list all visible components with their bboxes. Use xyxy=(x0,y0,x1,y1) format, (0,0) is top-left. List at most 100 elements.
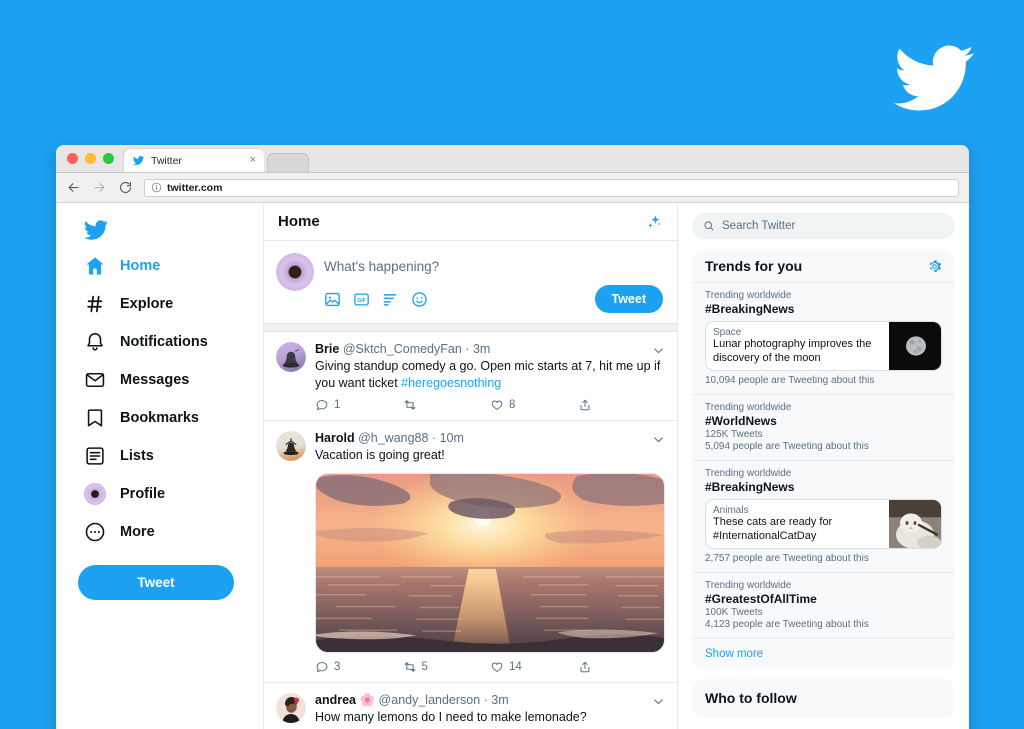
chevron-down-icon[interactable] xyxy=(652,695,665,708)
sidebar-item-label: Lists xyxy=(120,448,154,464)
back-arrow-icon[interactable] xyxy=(66,180,81,195)
retweet-icon xyxy=(404,400,415,410)
tweet-timestamp: 3m xyxy=(472,342,491,356)
tweet-item[interactable]: andrea 🌸 @andy_landerson · 3m How many l… xyxy=(264,683,677,729)
sidebar-item-notifications[interactable]: Notifications xyxy=(78,323,263,361)
sidebar-item-label: Home xyxy=(120,258,161,274)
trend-item[interactable]: Trending worldwide #GreatestOfAllTime 10… xyxy=(692,572,955,638)
tweet-author-handle: @andy_landerson xyxy=(378,692,481,707)
avatar[interactable] xyxy=(276,342,306,372)
sidebar-item-lists[interactable]: Lists xyxy=(78,437,263,475)
tweet-text: Vacation is going great! xyxy=(315,448,445,462)
tweet-item[interactable]: Brie @Sktch_ComedyFan · 3m Giving standu… xyxy=(264,332,677,421)
sidebar-item-profile[interactable]: Profile xyxy=(78,475,263,513)
trend-article-source: Space xyxy=(713,327,742,338)
svg-text:GIF: GIF xyxy=(357,297,366,303)
reply-count: 1 xyxy=(334,399,341,411)
show-more-link[interactable]: Show more xyxy=(692,638,955,669)
minimize-window-button[interactable] xyxy=(85,153,96,164)
tweet-timestamp: 10m xyxy=(439,431,464,445)
trend-article-card[interactable]: Animals These cats are ready for #Intern… xyxy=(705,499,942,549)
close-tab-button[interactable]: × xyxy=(250,155,256,166)
trend-tweet-count: 100K Tweets xyxy=(705,607,763,618)
sidebar-item-explore[interactable]: Explore xyxy=(78,285,263,323)
retweet-action[interactable]: 5 xyxy=(403,660,491,674)
sidebar-logo[interactable] xyxy=(78,213,263,247)
profile-avatar-icon xyxy=(84,483,106,505)
list-icon xyxy=(86,447,104,465)
sidebar-item-label: Bookmarks xyxy=(120,410,199,426)
sidebar-item-messages[interactable]: Messages xyxy=(78,361,263,399)
chevron-down-icon[interactable] xyxy=(652,344,665,357)
reply-action[interactable]: 1 xyxy=(315,398,403,412)
bell-icon xyxy=(87,332,103,351)
compose-tweet-button[interactable]: Tweet xyxy=(594,285,663,313)
trends-card: Trends for you Trending worldwide #Break… xyxy=(692,249,955,669)
sparkle-icon[interactable] xyxy=(645,213,663,231)
twitter-bird-icon xyxy=(84,220,108,240)
sidebar-item-label: Explore xyxy=(120,296,174,312)
home-icon xyxy=(86,257,104,275)
sidebar-item-more[interactable]: More xyxy=(78,513,263,551)
emoji-icon[interactable] xyxy=(411,291,428,308)
hashtag-icon xyxy=(87,295,103,313)
reload-icon[interactable] xyxy=(118,180,133,195)
trend-people-count: 2,757 people are Tweeting about this xyxy=(705,553,869,564)
envelope-icon xyxy=(85,372,105,388)
share-icon xyxy=(580,661,589,672)
trend-hashtag: #GreatestOfAllTime xyxy=(705,592,817,606)
browser-titlebar: Twitter × xyxy=(56,145,969,173)
avatar[interactable] xyxy=(276,692,306,723)
retweet-count: 5 xyxy=(421,660,428,673)
retweet-icon xyxy=(404,661,415,672)
share-action[interactable] xyxy=(578,660,666,674)
trend-tweet-count: 125K Tweets xyxy=(705,429,763,440)
avatar[interactable] xyxy=(276,253,314,291)
trends-header: Trends for you xyxy=(692,249,955,282)
window-controls[interactable] xyxy=(56,153,124,172)
tweet-author: Brie @Sktch_ComedyFan · 3m xyxy=(315,342,491,356)
compose-placeholder[interactable]: What's happening? xyxy=(324,253,663,274)
sidebar-tweet-button[interactable]: Tweet xyxy=(78,565,234,600)
browser-tab-twitter[interactable]: Twitter × xyxy=(124,149,264,172)
poll-icon[interactable] xyxy=(382,291,399,308)
trend-item[interactable]: Trending worldwide #BreakingNews Animals… xyxy=(692,460,955,572)
address-bar[interactable]: twitter.com xyxy=(144,178,959,197)
image-icon[interactable] xyxy=(324,291,341,308)
sidebar-item-bookmarks[interactable]: Bookmarks xyxy=(78,399,263,437)
browser-tab-title: Twitter xyxy=(151,154,182,167)
trend-article-title: Lunar photography improves the discovery… xyxy=(713,338,872,364)
browser-tab-inactive[interactable] xyxy=(267,153,309,172)
trend-item[interactable]: Trending worldwide #BreakingNews Space L… xyxy=(692,282,955,394)
close-window-button[interactable] xyxy=(67,153,78,164)
retweet-action[interactable] xyxy=(403,398,491,412)
avatar[interactable] xyxy=(276,431,306,461)
url-text: twitter.com xyxy=(167,181,223,194)
forward-arrow-icon[interactable] xyxy=(92,180,107,195)
tweet-actions: 3 5 14 xyxy=(315,660,665,676)
twitter-app: Home Explore Notifications Messages Book… xyxy=(56,203,969,729)
share-action[interactable] xyxy=(578,398,666,412)
sidebar-item-home[interactable]: Home xyxy=(78,247,263,285)
trend-category: Trending worldwide xyxy=(705,468,792,479)
like-action[interactable]: 14 xyxy=(490,660,578,674)
tweet-item[interactable]: Harold @h_wang88 · 10m Vacation is going… xyxy=(264,421,677,683)
reply-action[interactable]: 3 xyxy=(315,660,403,674)
tweet-author: Harold @h_wang88 · 10m xyxy=(315,431,464,445)
tweet-author-name: andrea xyxy=(315,692,356,707)
gif-icon[interactable]: GIF xyxy=(353,291,370,308)
tweet-hashtag[interactable]: #heregoesnothing xyxy=(401,376,501,390)
moon-photo xyxy=(889,322,941,370)
maximize-window-button[interactable] xyxy=(103,153,114,164)
gear-icon[interactable] xyxy=(927,259,942,274)
chevron-down-icon[interactable] xyxy=(652,433,665,446)
trend-hashtag: #WorldNews xyxy=(705,414,777,428)
trend-item[interactable]: Trending worldwide #WorldNews 125K Tweet… xyxy=(692,394,955,460)
trend-article-card[interactable]: Space Lunar photography improves the dis… xyxy=(705,321,942,371)
tweet-text: Giving standup comedy a go. Open mic sta… xyxy=(315,358,665,391)
search-input[interactable]: Search Twitter xyxy=(692,213,955,239)
like-action[interactable]: 8 xyxy=(490,398,578,412)
sidebar-item-label: Messages xyxy=(120,372,190,388)
tweet-photo[interactable] xyxy=(315,472,665,653)
trend-category: Trending worldwide xyxy=(705,402,792,413)
